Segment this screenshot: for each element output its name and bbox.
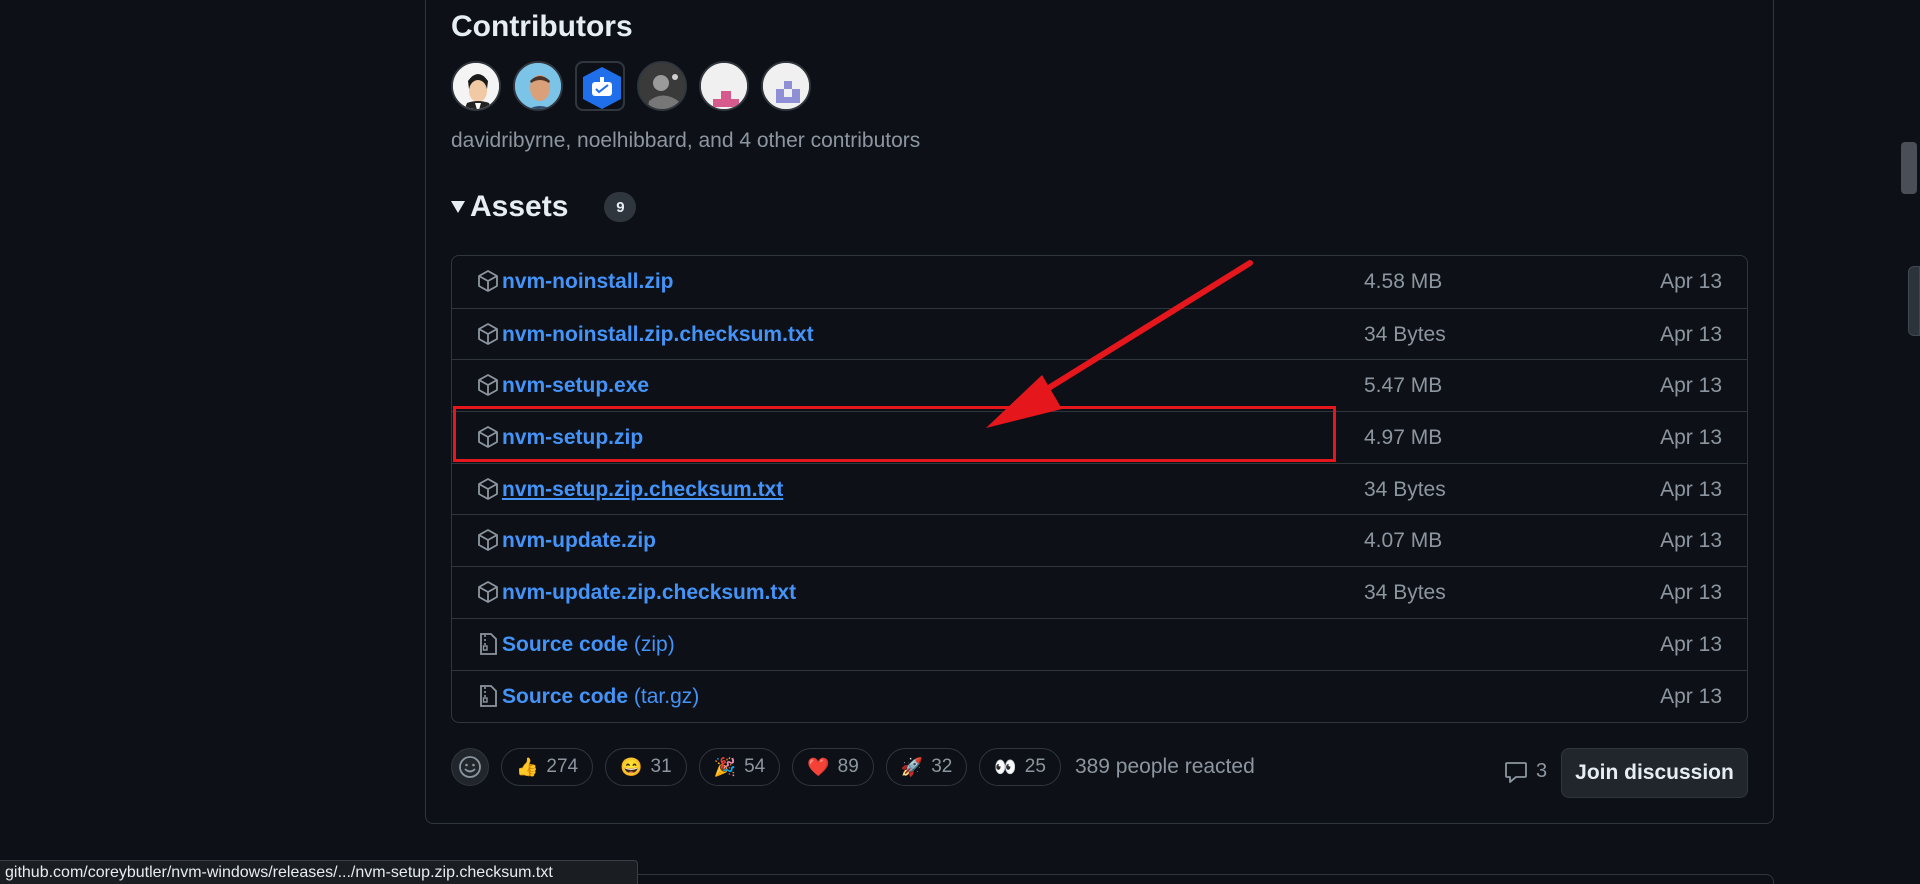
asset-link-suffix: (tar.gz)	[633, 684, 700, 708]
package-icon	[478, 374, 498, 396]
asset-date: Apr 13	[1660, 373, 1722, 397]
discussion-comments-link[interactable]: 3	[1504, 760, 1547, 783]
asset-link[interactable]: nvm-update.zip.checksum.txt	[502, 581, 796, 605]
file-zip-icon	[480, 633, 497, 655]
reactions-bar: 👍 274 😄 31 🎉 54 ❤️ 89 🚀 32 👀 25 389 peop…	[451, 748, 1255, 786]
scrollbar-track[interactable]	[1896, 0, 1920, 884]
heart-icon: ❤️	[807, 756, 830, 777]
asset-row: nvm-setup.zip.checksum.txt 34 Bytes Apr …	[452, 463, 1747, 515]
contributor-avatar[interactable]	[699, 61, 749, 111]
assets-list: nvm-noinstall.zip 4.58 MB Apr 13 nvm-noi…	[451, 255, 1748, 723]
contributors-avatars	[451, 61, 811, 111]
asset-link[interactable]: nvm-setup.exe	[502, 374, 649, 398]
thumbs-up-icon: 👍	[516, 756, 539, 777]
contributor-avatar[interactable]	[451, 61, 501, 111]
eyes-icon: 👀	[994, 756, 1017, 777]
reaction-count: 54	[744, 756, 766, 777]
asset-row: Source code (zip) Apr 13	[452, 618, 1747, 670]
asset-row: nvm-noinstall.zip 4.58 MB Apr 13	[452, 256, 1747, 308]
rocket-icon: 🚀	[900, 756, 924, 777]
asset-row: Source code (tar.gz) Apr 13	[452, 670, 1747, 722]
asset-link[interactable]: nvm-update.zip	[502, 529, 656, 553]
side-panel-handle[interactable]	[1908, 266, 1920, 336]
assets-count-badge: 9	[604, 192, 637, 222]
asset-link-label: Source code	[502, 632, 629, 656]
smiley-icon	[459, 756, 481, 778]
asset-row: nvm-setup.zip 4.97 MB Apr 13	[452, 411, 1747, 463]
reaction-heart[interactable]: ❤️ 89	[792, 748, 874, 786]
reaction-laugh[interactable]: 😄 31	[605, 748, 687, 786]
asset-size: 4.58 MB	[1364, 270, 1443, 293]
asset-date: Apr 13	[1660, 322, 1722, 346]
asset-row: nvm-update.zip 4.07 MB Apr 13	[452, 514, 1747, 566]
asset-size: 4.07 MB	[1364, 528, 1443, 552]
file-zip-icon	[480, 685, 497, 707]
package-icon	[478, 581, 498, 603]
asset-link[interactable]: nvm-setup.zip	[502, 426, 643, 450]
join-discussion-button[interactable]: Join discussion	[1561, 748, 1748, 798]
asset-date: Apr 13	[1660, 425, 1722, 449]
package-icon	[478, 270, 498, 292]
asset-row: nvm-noinstall.zip.checksum.txt 34 Bytes …	[452, 308, 1747, 360]
package-icon	[478, 426, 498, 448]
comment-icon	[1505, 761, 1527, 783]
contributors-summary: davidribyrne, noelhibbard, and 4 other c…	[451, 129, 921, 152]
scrollbar-thumb[interactable]	[1901, 142, 1917, 194]
asset-link[interactable]: Source code (zip)	[502, 633, 675, 657]
assets-heading: Assets	[470, 190, 569, 223]
contributor-avatar[interactable]	[513, 61, 563, 111]
asset-date: Apr 13	[1660, 632, 1722, 656]
asset-date: Apr 13	[1660, 684, 1722, 708]
hooray-icon: 🎉	[713, 756, 737, 777]
reaction-count: 31	[650, 756, 672, 777]
discussion-comment-count: 3	[1536, 760, 1548, 782]
reaction-rocket[interactable]: 🚀 32	[885, 748, 968, 786]
assets-toggle[interactable]: Assets 9	[451, 190, 637, 224]
add-reaction-button[interactable]	[451, 748, 489, 786]
asset-date: Apr 13	[1660, 528, 1722, 552]
contributor-avatar[interactable]	[637, 61, 687, 111]
reaction-count: 274	[546, 756, 579, 777]
reaction-count: 25	[1024, 756, 1046, 777]
asset-size: 4.97 MB	[1364, 425, 1443, 449]
reactions-summary: 389 people reacted	[1074, 755, 1255, 778]
asset-link[interactable]: nvm-noinstall.zip.checksum.txt	[502, 323, 814, 347]
reaction-count: 32	[931, 756, 953, 777]
package-icon	[478, 529, 498, 551]
asset-row: nvm-setup.exe 5.47 MB Apr 13	[452, 359, 1747, 411]
laugh-icon: 😄	[620, 756, 643, 777]
asset-date: Apr 13	[1660, 270, 1722, 293]
asset-link-label: Source code	[502, 684, 629, 708]
asset-size: 5.47 MB	[1364, 373, 1443, 397]
package-icon	[478, 478, 498, 500]
reaction-count: 89	[837, 756, 859, 777]
asset-link[interactable]: Source code (tar.gz)	[502, 685, 699, 709]
reaction-thumbs-up[interactable]: 👍 274	[501, 748, 594, 786]
contributors-heading: Contributors	[451, 10, 633, 43]
asset-size: 34 Bytes	[1364, 580, 1446, 604]
asset-date: Apr 13	[1660, 580, 1722, 604]
asset-size: 34 Bytes	[1364, 322, 1446, 346]
asset-row: nvm-update.zip.checksum.txt 34 Bytes Apr…	[452, 566, 1747, 618]
asset-size: 34 Bytes	[1364, 477, 1446, 501]
asset-link-suffix: (zip)	[633, 632, 675, 656]
package-icon	[478, 323, 498, 345]
caret-down-icon	[451, 201, 465, 213]
asset-date: Apr 13	[1660, 477, 1722, 501]
contributor-avatar[interactable]	[761, 61, 811, 111]
asset-link[interactable]: nvm-setup.zip.checksum.txt	[502, 478, 783, 502]
contributor-avatar[interactable]	[575, 61, 625, 111]
asset-link[interactable]: nvm-noinstall.zip	[502, 270, 674, 294]
reaction-hooray[interactable]: 🎉 54	[698, 748, 781, 786]
link-preview-statusbar: github.com/coreybutler/nvm-windows/relea…	[0, 860, 638, 884]
reaction-eyes[interactable]: 👀 25	[979, 748, 1061, 786]
